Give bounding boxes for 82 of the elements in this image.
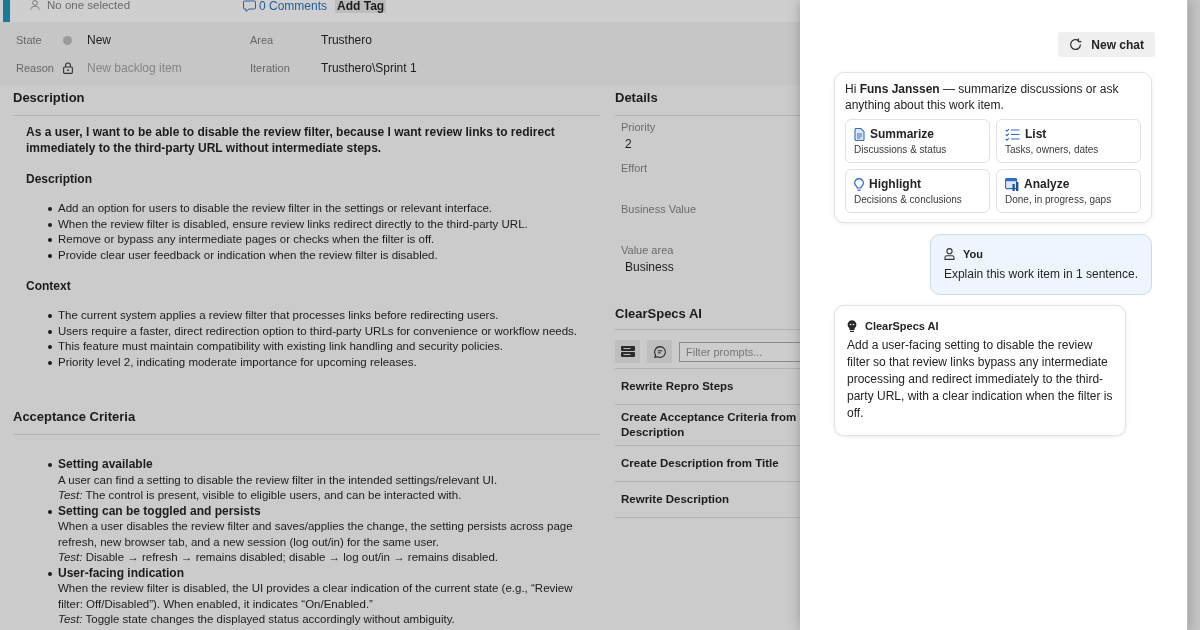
new-chat-button[interactable]: New chat [1058,32,1155,57]
section-heading: Acceptance Criteria [13,409,136,424]
prompt-item[interactable]: Rewrite Description [621,492,729,507]
bullet-text: The current system applies a review filter that processes links before redirecting users. [58,308,499,323]
bullet-text: Remove or bypass any intermediate pages or checks when the filter is off. [58,232,435,247]
bullet-icon [48,345,52,349]
bullet-icon [48,207,52,211]
prompt-item[interactable]: Rewrite Repro Steps [621,379,734,394]
field-value[interactable]: New [63,32,111,48]
bullet-icon [48,253,52,258]
field-label: Area [250,33,274,48]
list-view-button[interactable] [615,340,640,363]
chat-icon [653,345,666,358]
accent-bar [3,0,10,22]
field-value: New backlog item [63,60,182,76]
criterion-text: When a user disables the review filter and saves/applies the change, the setting persists across page refresh, new browser tab, and a new session (log out/in) for the same user. [58,519,574,550]
refresh-icon [1069,38,1083,51]
person-icon [943,248,955,260]
section-heading: Details [615,90,658,105]
action-card[interactable]: Highlight Decisions & conclusions [845,169,990,213]
bullet-text: Priority level 2, indicating moderate importance for upcoming releases. [58,354,417,370]
field-label: Effort [621,161,648,175]
field-value[interactable]: Trusthero\Sprint 1 [321,60,417,76]
author-name: ClearSpecs AI [865,319,939,333]
field-label: Priority [621,120,656,134]
bullet-text: Users require a faster, direct redirection option to third-party URLs for convenience or workflow needs. [58,323,578,339]
criterion-title: User-facing indication [58,565,185,581]
criterion-test: Test: Disable → refresh → remains disabled; disable → log out/in → remains disabled. [58,550,498,565]
criterion-title: Setting can be toggled and persists [58,503,261,519]
prompt-item[interactable]: Create Acceptance Criteria from Description [621,410,800,440]
list-view-icon [620,346,635,357]
subsection-heading: Context [26,278,71,294]
bullet-icon [48,314,52,318]
filter-input[interactable]: Filter prompts... [679,341,800,362]
summary-text: As a user, I want to be able to disable the review filter, because I want review links to redirect immediately to the third-party URL without intermediate steps. [26,124,556,156]
assignee-field[interactable]: No one selected [30,0,131,10]
bullet-text: Add an option for users to disable the review filter in the settings or relevant interface. [58,201,493,216]
comment-icon [243,0,256,12]
bullet-text: Provide clear user feedback or indication when the review filter is disabled. [58,247,438,263]
action-card[interactable]: Summarize Discussions & status [845,119,990,163]
checklist-icon [1005,127,1020,141]
chart-window-icon [1005,177,1019,191]
field-value[interactable]: Business [625,257,674,277]
subsection-heading: Description [26,171,92,187]
field-label: State [16,33,42,48]
message-text: Add a user-facing setting to disable the review filter so that review links bypass any intermediate processing and redirect immediately to the third-party URL, with a clear indication when the filter is off. [847,337,1113,422]
comments-link[interactable]: 0 Comments [243,0,328,12]
bullet-icon [48,463,52,467]
field-label: Value area [621,243,674,257]
bullet-icon [48,222,52,227]
person-icon [30,0,40,10]
criterion-test: Test: The control is present, visible to eligible users, and can be interacted with. [58,488,462,503]
bullet-text: When the review filter is disabled, ensure review links redirect directly to the third-party URL. [58,216,528,232]
action-card[interactable]: List Tasks, owners, dates [996,119,1141,163]
add-tag-button[interactable]: Add Tag [335,0,387,13]
section-heading: Description [13,90,85,105]
field-value[interactable]: Trusthero [321,32,372,48]
criterion-text: When the review filter is disabled, the UI provides a clear indication of the current state (e.g., “Review filter: Off/Disabled”). When enabled, it indicates “On/Enabled.” [58,581,574,612]
document-icon [854,127,865,141]
field-value[interactable]: 2 [625,134,632,154]
criterion-test: Test: Toggle state changes the displayed status accordingly without ambiguity. [58,612,455,627]
field-label: Iteration [250,61,290,76]
bullet-icon [48,571,52,576]
robot-icon [847,320,857,332]
lightbulb-icon [854,177,864,191]
section-heading: ClearSpecs AI [615,306,702,321]
bullet-icon [48,360,52,365]
bullet-icon [48,329,52,334]
bullet-icon [48,238,52,242]
bullet-text: This feature must maintain compatibility with existing link handling and security policies. [58,339,503,354]
field-label: Business Value [621,202,696,216]
criterion-text: A user can find a setting to disable the review filter in the intended settings/relevant UI. [58,472,498,488]
criterion-title: Setting available [58,457,153,473]
lock-icon [63,62,73,74]
action-card[interactable]: Analyze Done, in progress, gaps [996,169,1141,213]
bullet-icon [48,509,52,514]
greeting-text: Hi Funs Janssen — summarize discussions or ask anything about this work item. [845,82,1120,113]
author-name: You [962,247,983,261]
prompt-item[interactable]: Create Description from Title [621,456,779,471]
message-text: Explain this work item in 1 sentence. [943,266,1138,282]
chat-button[interactable] [647,340,672,363]
field-label: Reason [16,61,54,76]
